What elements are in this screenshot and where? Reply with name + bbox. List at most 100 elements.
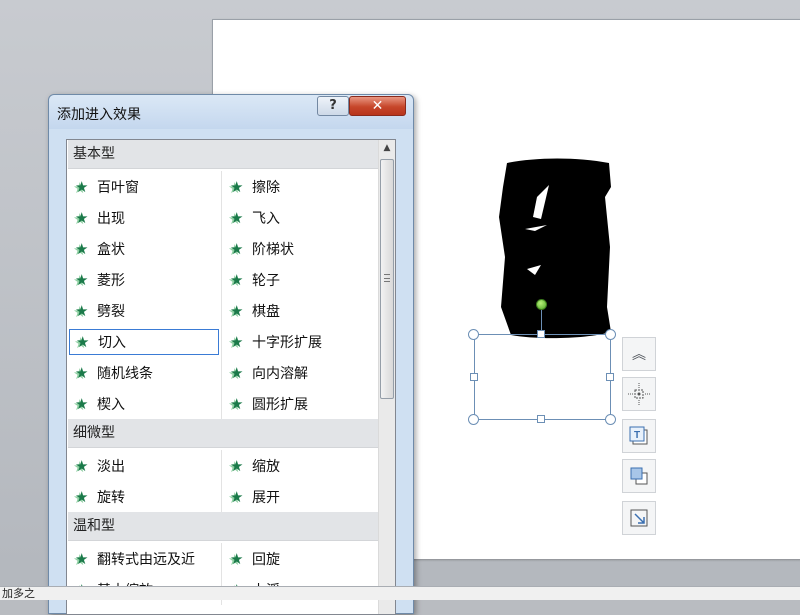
category-header: 基本型 [68,140,378,169]
effect-star-icon: ★ [75,302,89,320]
arrange-icon[interactable] [622,459,656,493]
effect-item[interactable]: ★ 翻转式由远及近 [69,546,219,572]
effect-star-icon: ★ [76,333,90,351]
resize-handle-bottom-left[interactable] [468,414,479,425]
resize-icon[interactable] [622,501,656,535]
resize-handle-right[interactable] [606,373,614,381]
effect-star-icon: ★ [230,240,244,258]
effect-item[interactable]: ★ 圆形扩展 [224,391,374,417]
effect-label: 飞入 [252,211,280,227]
text-box-icon[interactable]: T [622,419,656,453]
effect-label: 劈裂 [97,304,125,320]
effect-star-icon: ★ [230,395,244,413]
status-bar: 加多之 [0,586,800,600]
effect-star-icon: ★ [230,302,244,320]
resize-handle-bottom-right[interactable] [605,414,616,425]
effect-star-icon: ★ [75,550,89,568]
effect-label: 缩放 [252,459,280,475]
effect-item[interactable]: ★ 百叶窗 [69,174,219,200]
scroll-thumb[interactable] [380,159,394,399]
add-entrance-effect-dialog: 添加进入效果 ? ✕ 基本型 ★ 百叶窗 ★ 擦除 ★ 出现 ★ 飞入 ★ 盒状 ★ 阶梯状 ★ 菱形 ★ 轮子… [48,94,414,615]
dialog-titlebar[interactable]: 添加进入效果 ? ✕ [49,95,413,129]
effect-label: 出现 [97,211,125,227]
close-button[interactable]: ✕ [349,96,406,116]
effect-label: 随机线条 [97,366,153,382]
effect-item[interactable]: ★ 盒状 [69,236,219,262]
effect-item[interactable]: ★ 展开 [224,484,374,510]
effect-label: 菱形 [97,273,125,289]
help-button[interactable]: ? [317,96,349,116]
effect-star-icon: ★ [230,550,244,568]
rotation-handle[interactable] [536,299,547,310]
shape-object[interactable] [497,157,615,340]
effect-label: 向内溶解 [252,366,308,382]
column-divider [221,171,222,419]
effect-label: 阶梯状 [252,242,294,258]
effect-item[interactable]: ★ 棋盘 [224,298,374,324]
effect-label: 百叶窗 [97,180,139,196]
position-icon[interactable] [622,377,656,411]
effect-item[interactable]: ★ 菱形 [69,267,219,293]
effect-label: 轮子 [252,273,280,289]
effect-item[interactable]: ★ 出现 [69,205,219,231]
effect-item[interactable]: ★ 向内溶解 [224,360,374,386]
effect-label: 棋盘 [252,304,280,320]
effect-label: 淡出 [97,459,125,475]
effect-star-icon: ★ [75,395,89,413]
effect-label: 切入 [98,335,126,351]
effect-star-icon: ★ [230,333,244,351]
category-header: 温和型 [68,512,378,541]
effect-star-icon: ★ [75,240,89,258]
effect-item[interactable]: ★ 飞入 [224,205,374,231]
category-header: 细微型 [68,419,378,448]
effect-label: 展开 [252,490,280,506]
effect-star-icon: ★ [230,457,244,475]
effect-star-icon: ★ [75,488,89,506]
scrollbar[interactable]: ▲ [378,140,395,614]
effect-label: 翻转式由远及近 [97,552,195,568]
effect-item[interactable]: ★ 淡出 [69,453,219,479]
chevron-up-icon[interactable]: ︽ [622,337,656,371]
effect-item[interactable]: ★ 阶梯状 [224,236,374,262]
effect-item[interactable]: ★ 切入 [69,329,219,355]
effect-star-icon: ★ [75,271,89,289]
effect-item[interactable]: ★ 擦除 [224,174,374,200]
effect-star-icon: ★ [75,364,89,382]
svg-text:T: T [634,430,640,441]
resize-handle-top-left[interactable] [468,329,479,340]
effect-item[interactable]: ★ 缩放 [224,453,374,479]
resize-handle-left[interactable] [470,373,478,381]
effect-item[interactable]: ★ 旋转 [69,484,219,510]
effect-item[interactable]: ★ 楔入 [69,391,219,417]
effect-star-icon: ★ [230,271,244,289]
resize-handle-bottom[interactable] [537,415,545,423]
effect-label: 圆形扩展 [252,397,308,413]
effect-star-icon: ★ [75,178,89,196]
selection-box[interactable] [474,334,611,420]
effect-label: 回旋 [252,552,280,568]
effect-label: 楔入 [97,397,125,413]
dialog-title: 添加进入效果 [57,107,141,123]
effect-item[interactable]: ★ 劈裂 [69,298,219,324]
status-text: 加多之 [2,587,35,600]
effect-star-icon: ★ [75,457,89,475]
effect-label: 旋转 [97,490,125,506]
effect-item[interactable]: ★ 十字形扩展 [224,329,374,355]
effect-star-icon: ★ [75,209,89,227]
effect-label: 擦除 [252,180,280,196]
effect-star-icon: ★ [230,488,244,506]
column-divider [221,450,222,512]
effect-star-icon: ★ [230,364,244,382]
effect-star-icon: ★ [230,178,244,196]
resize-handle-top[interactable] [537,330,545,338]
effect-item[interactable]: ★ 轮子 [224,267,374,293]
effect-list[interactable]: 基本型 ★ 百叶窗 ★ 擦除 ★ 出现 ★ 飞入 ★ 盒状 ★ 阶梯状 ★ 菱形 ★ 轮子 ★ 劈裂 ★ 棋盘 ★ 切入 ★ 十… [66,139,396,615]
effect-item[interactable]: ★ 回旋 [224,546,374,572]
scroll-up-icon[interactable]: ▲ [379,140,395,157]
effect-item[interactable]: ★ 随机线条 [69,360,219,386]
effect-label: 十字形扩展 [252,335,322,351]
scroll-grip-icon [384,274,390,282]
effect-label: 盒状 [97,242,125,258]
resize-handle-top-right[interactable] [605,329,616,340]
effect-star-icon: ★ [230,209,244,227]
